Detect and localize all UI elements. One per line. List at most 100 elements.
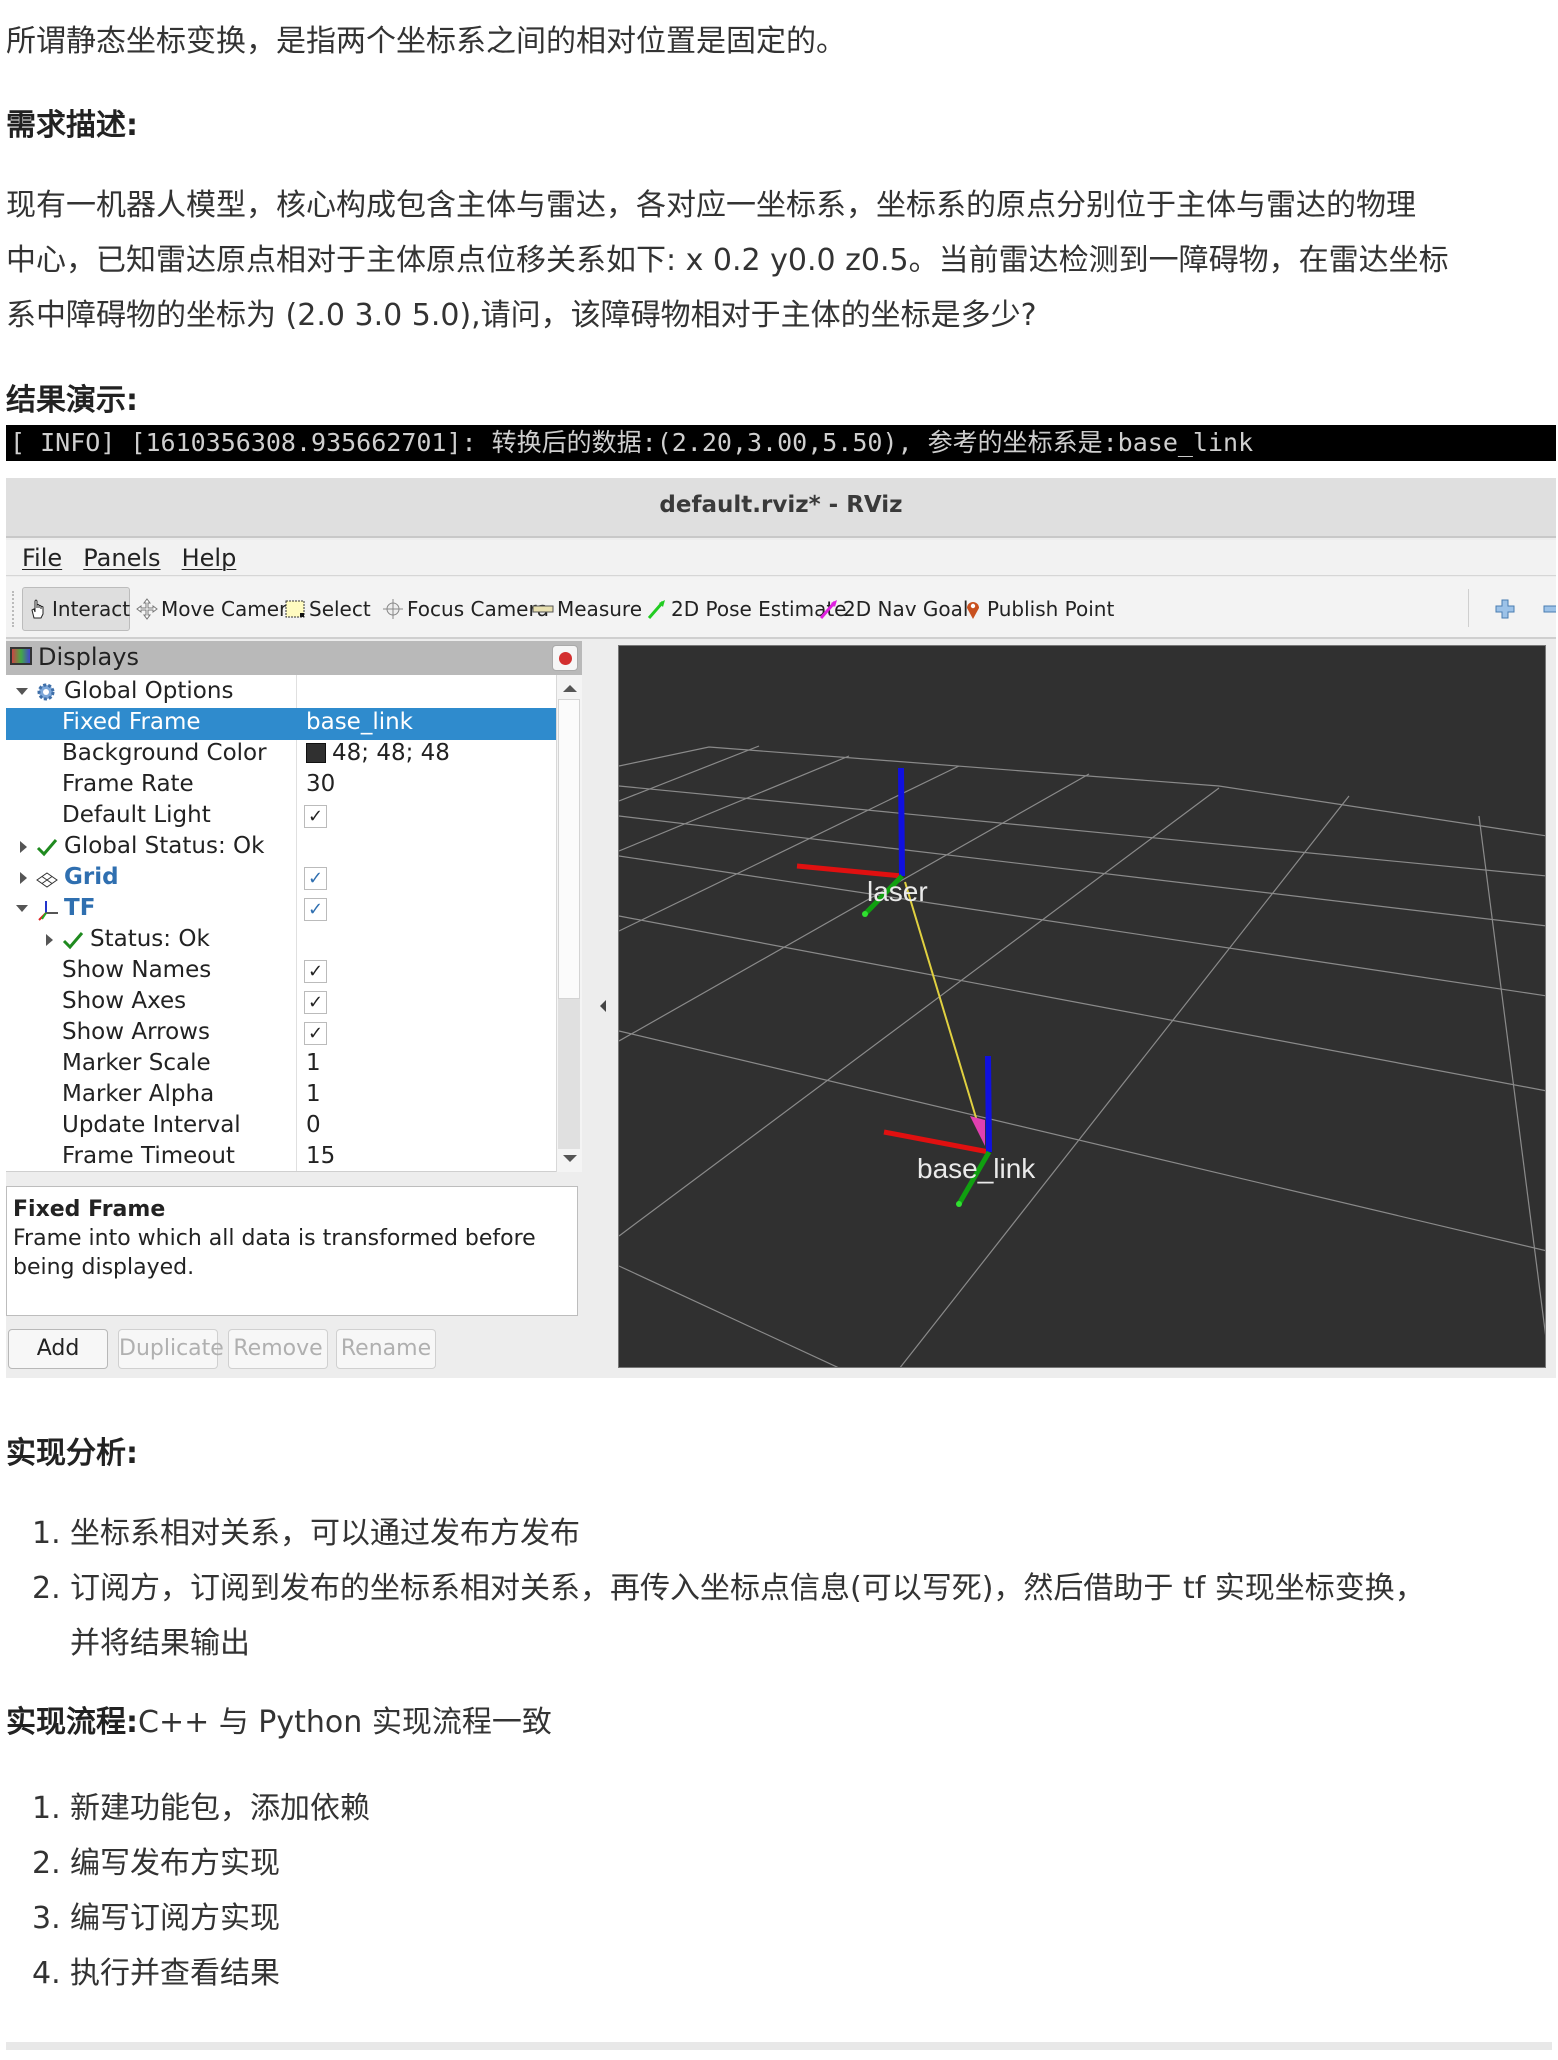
tree-row-show-arrows[interactable]: Show Arrows ✓ (6, 1018, 556, 1050)
checkbox[interactable]: ✓ (304, 805, 327, 828)
tf-link-arrow (904, 881, 978, 1122)
3d-viewport[interactable]: laser base_link (618, 645, 1546, 1368)
property-name: Grid (64, 864, 119, 890)
checkbox[interactable]: ✓ (304, 960, 327, 983)
property-value[interactable]: 1 (306, 1081, 321, 1107)
description-title: Fixed Frame (13, 1197, 166, 1222)
tf-frame-base-link (883, 1055, 992, 1207)
tree-row-status-ok[interactable]: Status: Ok (6, 925, 556, 957)
analysis-item-text: 坐标系相对关系，可以通过发布方发布 (70, 1516, 580, 1551)
expand-arrow-icon[interactable] (20, 841, 27, 853)
add-button[interactable]: Add (8, 1329, 108, 1369)
property-name: Fixed Frame (62, 709, 201, 735)
tree-row-global-status-ok[interactable]: Global Status: Ok (6, 832, 556, 864)
rename-button[interactable]: Rename (336, 1329, 436, 1369)
property-value[interactable]: 15 (306, 1143, 335, 1169)
analysis-item-2: 2. 订阅方，订阅到发布的坐标系相对关系，再传入坐标点信息(可以写死)，然后借助于… (32, 1571, 1425, 1606)
tool-measure[interactable]: Measure (532, 587, 642, 631)
scroll-up-icon[interactable] (563, 685, 577, 692)
menu-panels[interactable]: Panels (83, 544, 160, 572)
map-pin-icon (962, 598, 984, 620)
close-icon[interactable] (552, 645, 578, 671)
collapse-arrow-icon[interactable] (16, 688, 28, 695)
tree-row-grid[interactable]: Grid ✓ (6, 863, 556, 895)
tree-row-frame-rate[interactable]: Frame Rate 30 (6, 770, 556, 802)
menu-help[interactable]: Help (182, 544, 237, 572)
expand-arrow-icon[interactable] (46, 934, 53, 946)
tree-row-marker-scale[interactable]: Marker Scale 1 (6, 1049, 556, 1081)
tool-publish-point[interactable]: Publish Point (962, 587, 1114, 631)
tree-row-global-options[interactable]: Global Options (6, 677, 556, 709)
tool-label: Move Camera (161, 597, 300, 621)
scroll-track[interactable] (558, 999, 580, 1149)
property-value[interactable]: 0 (306, 1112, 321, 1138)
property-name: Show Names (62, 957, 212, 983)
property-name: Status: Ok (90, 926, 210, 952)
property-value[interactable]: 48; 48; 48 (306, 740, 450, 766)
scroll-down-icon[interactable] (563, 1155, 577, 1162)
magenta-arrow-icon (818, 598, 840, 620)
remove-button[interactable]: Remove (228, 1329, 328, 1369)
add-tool-button[interactable] (1494, 587, 1519, 631)
tool-interact[interactable]: Interact (22, 587, 130, 631)
tree-row-tf[interactable]: TF ✓ (6, 894, 556, 926)
displays-tree: Global Options Fixed Frame base_link Backgr… (6, 675, 556, 1172)
property-name: Frame Timeout (62, 1143, 235, 1169)
plus-icon (1494, 598, 1516, 620)
tree-row-update-interval[interactable]: Update Interval 0 (6, 1111, 556, 1143)
duplicate-button[interactable]: Duplicate (118, 1329, 224, 1369)
toolbar-separator (1468, 589, 1469, 627)
tree-row-marker-alpha[interactable]: Marker Alpha 1 (6, 1080, 556, 1112)
select-box-icon (284, 598, 306, 620)
check-icon (36, 837, 58, 863)
property-value[interactable]: 1 (306, 1050, 321, 1076)
tool-select[interactable]: Select (284, 587, 371, 631)
tool-label: Focus Camera (407, 597, 549, 621)
analysis-item-2-continued: 并将结果输出 (32, 1618, 250, 1662)
frame-label-base-link: base_link (917, 1153, 1036, 1184)
property-value[interactable]: 30 (306, 771, 335, 797)
tree-row-frame-timeout[interactable]: Frame Timeout 15 (6, 1142, 556, 1171)
tree-row-default-light[interactable]: Default Light ✓ (6, 801, 556, 833)
expand-arrow-icon[interactable] (20, 872, 27, 884)
menu-file[interactable]: File (22, 544, 62, 572)
ruler-icon (532, 598, 554, 620)
flow-item-2: 2. 编写发布方实现 (32, 1846, 280, 1881)
tf-axes-icon (36, 899, 60, 927)
tool-label: Interact (52, 597, 131, 621)
property-name: Default Light (62, 802, 211, 828)
checkbox[interactable]: ✓ (304, 898, 327, 921)
scroll-thumb[interactable] (558, 699, 580, 999)
tree-row-background-color[interactable]: Background Color 48; 48; 48 (6, 739, 556, 771)
window-titlebar: default.rviz* - RViz (6, 478, 1556, 538)
property-name: Frame Rate (62, 771, 194, 797)
property-value[interactable]: base_link (306, 709, 413, 735)
flow-heading-rest: C++ 与 Python 实现流程一致 (138, 1705, 552, 1740)
tool-focus-camera[interactable]: Focus Camera (382, 587, 549, 631)
frame-label-laser: laser (867, 876, 928, 907)
left-collapse-icon[interactable] (600, 1000, 606, 1012)
checkbox[interactable]: ✓ (304, 991, 327, 1014)
displays-header: Displays (6, 641, 582, 675)
flow-item-4: 4. 执行并查看结果 (32, 1956, 280, 1991)
color-swatch[interactable] (306, 743, 326, 763)
focus-camera-icon (382, 598, 404, 620)
tool-2d-nav-goal[interactable]: 2D Nav Goal (818, 587, 968, 631)
tool-move-camera[interactable]: Move Camera (136, 587, 299, 631)
tree-row-show-names[interactable]: Show Names ✓ (6, 956, 556, 988)
remove-tool-button[interactable] (1542, 587, 1556, 631)
collapse-arrow-icon[interactable] (16, 905, 28, 912)
flow-item-text: 执行并查看结果 (70, 1956, 280, 1991)
flow-item-text: 新建功能包，添加依赖 (70, 1791, 370, 1826)
property-name: Background Color (62, 740, 267, 766)
toolbar-grip[interactable] (12, 591, 18, 627)
tree-row-show-axes[interactable]: Show Axes ✓ (6, 987, 556, 1019)
tree-scrollbar[interactable] (556, 675, 582, 1172)
tool-2d-pose-estimate[interactable]: 2D Pose Estimate (646, 587, 847, 631)
tool-label: Publish Point (987, 597, 1115, 621)
checkbox[interactable]: ✓ (304, 1022, 327, 1045)
result-heading: 结果演示: (6, 383, 138, 418)
tree-row-fixed-frame[interactable]: Fixed Frame base_link (6, 708, 556, 740)
property-name: TF (64, 895, 96, 921)
checkbox[interactable]: ✓ (304, 867, 327, 890)
